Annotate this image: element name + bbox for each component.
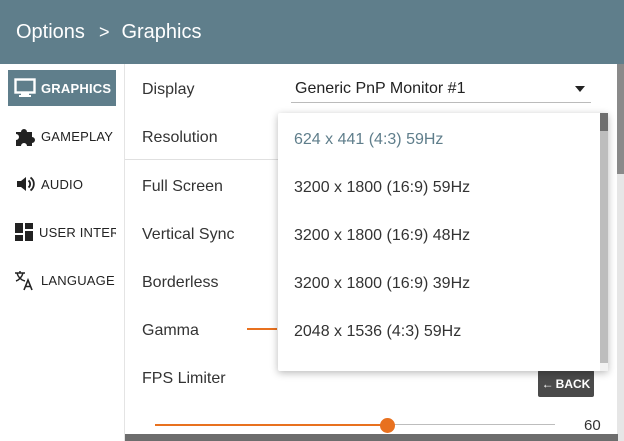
row-divider — [125, 159, 285, 160]
dropdown-scrollbar-track[interactable] — [600, 131, 608, 363]
sidebar-item-user-interface[interactable]: USER INTERFACE — [8, 214, 116, 250]
sidebar-item-audio[interactable]: AUDIO — [8, 166, 116, 202]
app-header: Options > Graphics — [0, 0, 624, 64]
resolution-option[interactable]: 3200 x 1800 (16:9) 39Hz — [294, 275, 470, 293]
fps-limiter-value: 60 — [584, 417, 601, 434]
sidebar-item-label: AUDIO — [41, 176, 84, 192]
display-label: Display — [142, 81, 195, 98]
display-select[interactable]: Generic PnP Monitor #1 — [291, 76, 591, 103]
sidebar-item-label: GAMEPLAY — [41, 128, 114, 144]
horizontal-scrollbar[interactable] — [125, 434, 618, 441]
resolution-option[interactable]: 624 x 441 (4:3) 59Hz — [294, 131, 443, 149]
sidebar-item-graphics[interactable]: GRAPHICS — [8, 70, 116, 106]
translate-icon — [14, 269, 36, 291]
sidebar-item-label: LANGUAGE — [41, 272, 115, 288]
breadcrumb-graphics: Graphics — [121, 20, 202, 43]
speaker-icon — [14, 173, 36, 195]
page-scrollbar-thumb[interactable] — [617, 64, 624, 174]
back-button-label: BACK — [555, 376, 591, 391]
chevron-down-icon — [575, 86, 585, 92]
sidebar-item-language[interactable]: LANGUAGE — [8, 262, 116, 298]
breadcrumb-options[interactable]: Options — [16, 21, 85, 44]
monitor-icon — [14, 77, 36, 99]
breadcrumb: Options > Graphics — [16, 21, 201, 44]
borderless-label: Borderless — [142, 274, 219, 291]
gamma-label: Gamma — [142, 322, 199, 339]
resolution-dropdown-menu: 624 x 441 (4:3) 59Hz 3200 x 1800 (16:9) … — [278, 113, 608, 371]
fullscreen-label: Full Screen — [142, 178, 223, 195]
fps-limiter-slider[interactable] — [155, 418, 555, 433]
sidebar-item-gameplay[interactable]: GAMEPLAY — [8, 118, 116, 154]
sidebar: GRAPHICS GAMEPLAY AUDIO USER INTERFACE L… — [0, 64, 124, 441]
back-button[interactable]: ← BACK — [538, 370, 594, 397]
resolution-label: Resolution — [142, 129, 218, 146]
fps-slider-fill — [155, 424, 387, 426]
resolution-option[interactable]: 2048 x 1536 (4:3) 59Hz — [294, 323, 461, 341]
sidebar-item-label: USER INTERFACE — [39, 224, 116, 240]
display-select-value: Generic PnP Monitor #1 — [295, 80, 466, 97]
sidebar-item-label: GRAPHICS — [41, 80, 112, 96]
breadcrumb-separator: > — [98, 21, 110, 42]
dropdown-scrollbar[interactable] — [600, 113, 608, 371]
fps-limiter-label: FPS Limiter — [142, 370, 226, 387]
puzzle-icon — [14, 125, 36, 147]
gamma-slider[interactable] — [247, 328, 277, 330]
resolution-option[interactable]: 3200 x 1800 (16:9) 59Hz — [294, 179, 470, 197]
page-scrollbar[interactable] — [617, 64, 624, 441]
vsync-label: Vertical Sync — [142, 226, 235, 243]
resolution-option[interactable]: 3200 x 1800 (16:9) 48Hz — [294, 227, 470, 245]
fps-slider-knob[interactable] — [380, 418, 395, 433]
arrow-left-icon: ← — [541, 376, 554, 391]
dashboard-icon — [14, 221, 34, 243]
dropdown-scrollbar-thumb[interactable] — [600, 113, 608, 131]
